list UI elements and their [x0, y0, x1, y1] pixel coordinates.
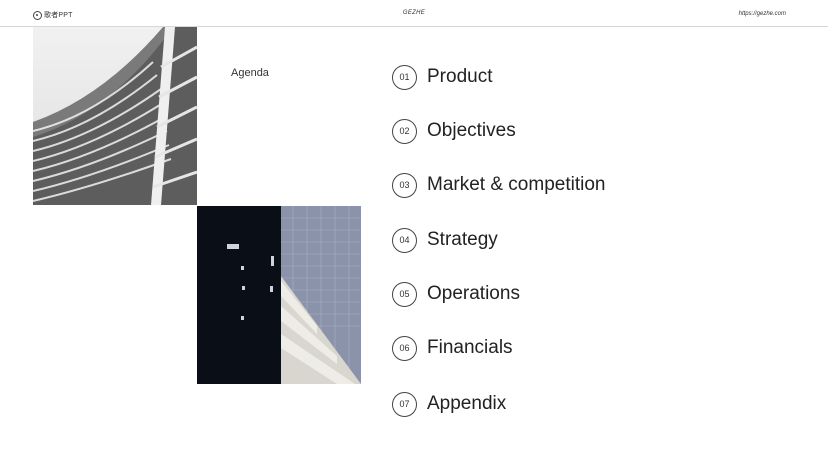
- item-label: Market & competition: [427, 174, 606, 195]
- building-photo-top: [33, 27, 197, 205]
- agenda-label: Agenda: [231, 67, 269, 79]
- item-label: Product: [427, 66, 493, 87]
- agenda-item-objectives: 02 Objectives: [392, 117, 516, 145]
- agenda-item-appendix: 07 Appendix: [392, 390, 506, 418]
- agenda-item-product: 01 Product: [392, 63, 492, 91]
- agenda-item-financials: 06 Financials: [392, 334, 513, 362]
- item-number-badge: 06: [392, 335, 417, 361]
- agenda-item-operations: 05 Operations: [392, 280, 520, 308]
- agenda-item-market-competition: 03 Market & competition: [392, 171, 605, 199]
- item-label: Objectives: [427, 120, 516, 141]
- item-number-badge: 02: [392, 118, 417, 144]
- item-label: Strategy: [427, 229, 498, 250]
- item-number-badge: 03: [392, 172, 417, 198]
- item-label: Financials: [427, 337, 513, 358]
- item-label: Operations: [427, 283, 520, 304]
- item-number-badge: 04: [392, 227, 417, 253]
- item-number-badge: 01: [392, 64, 417, 90]
- header-bar: 歌者PPT GEZHE https://gezhe.com: [0, 0, 828, 27]
- item-label: Appendix: [427, 393, 507, 414]
- item-number-badge: 07: [392, 391, 417, 417]
- header-title: GEZHE: [402, 10, 426, 16]
- agenda-item-strategy: 04 Strategy: [392, 226, 498, 254]
- building-photo-bottom: [197, 206, 361, 384]
- header-url: https://gezhe.com: [738, 11, 786, 17]
- item-number-badge: 05: [392, 281, 417, 307]
